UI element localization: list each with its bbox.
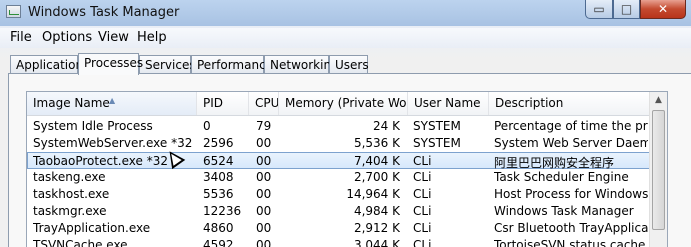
cell-cpu: 00 [256,187,272,201]
scrollbar-thumb[interactable] [652,110,665,230]
cell-cpu: 79 [256,119,272,133]
cell-memory: 2,700 K [353,170,400,184]
process-list[interactable]: ▲ Image Name PID CPU Memory (Private Wor… [26,91,668,247]
cell-memory: 14,964 K [346,187,400,201]
column-header-user-name[interactable]: User Name [408,92,489,115]
cell-description: Percentage of time the processo [494,119,648,133]
table-row[interactable]: TrayApplication.exe 4860 00 2,912 K CLi … [27,220,667,237]
menu-options[interactable]: Options [42,30,92,45]
cell-user-name: CLi [413,154,432,168]
cell-user-name: CLi [413,221,432,235]
cell-description: TortoiseSVN status cache [494,238,646,247]
cell-user-name: SYSTEM [413,119,461,133]
tab-networking[interactable]: Networking [264,55,339,74]
cell-description: Task Scheduler Engine [494,170,629,184]
table-row[interactable]: taskeng.exe 3408 00 2,700 K CLi Task Sch… [27,169,667,186]
cell-image-name: taskhost.exe [33,187,110,201]
cell-memory: 3,044 K [353,238,400,247]
cell-user-name: CLi [413,170,432,184]
column-header-cpu[interactable]: CPU [249,92,279,115]
cell-cpu: 00 [256,238,272,247]
cell-pid: 3408 [203,170,234,184]
cell-image-name: TrayApplication.exe [33,221,151,235]
cell-pid: 4592 [203,238,234,247]
cell-memory: 4,984 K [353,204,400,218]
cell-description: System Web Server Daemon [494,136,648,150]
tab-strip: Applications Processes Services Performa… [0,53,691,75]
minimize-icon: ▭ [593,2,605,16]
process-list-header: ▲ Image Name PID CPU Memory (Private Wor… [27,92,667,116]
cell-pid: 0 [203,119,211,133]
cell-pid: 12236 [203,204,242,218]
close-button[interactable]: ✕ [640,0,686,19]
cell-cpu: 00 [256,221,272,235]
cell-image-name: taskeng.exe [33,170,106,184]
column-header-pid[interactable]: PID [197,92,249,115]
cell-pid: 6524 [203,154,234,168]
task-manager-app-icon [6,5,21,18]
column-header-memory[interactable]: Memory (Private Wor... [279,92,408,115]
cell-image-name: TSVNCache.exe [33,238,128,247]
scroll-up-arrow-icon[interactable]: ▲ [650,92,667,109]
task-manager-window: Windows Task Manager ▭ □ ✕ File Options … [0,0,691,247]
cell-pid: 2596 [203,136,234,150]
column-header-image-name[interactable]: ▲ Image Name [27,92,197,115]
close-icon: ✕ [657,2,669,16]
minimize-button[interactable]: ▭ [585,0,613,19]
cell-pid: 4860 [203,221,234,235]
table-row[interactable]: taskmgr.exe 12236 00 4,984 K CLi Windows… [27,203,667,220]
window-title: Windows Task Manager [28,5,180,20]
table-row[interactable]: taskhost.exe 5536 00 14,964 K CLi Host P… [27,186,667,203]
cell-cpu: 00 [256,170,272,184]
cell-description: Host Process for Windows Tasks [494,187,648,201]
cell-pid: 5536 [203,187,234,201]
cell-image-name: System Idle Process [33,119,153,133]
table-row[interactable]: SystemWebServer.exe *32 2596 00 5,536 K … [27,135,667,152]
menu-view[interactable]: View [98,30,129,45]
tab-services[interactable]: Services [139,55,196,74]
tab-processes[interactable]: Processes [78,53,143,75]
maximize-button[interactable]: □ [613,0,640,19]
cell-image-name: taskmgr.exe [33,204,107,218]
cell-memory: 7,404 K [353,154,400,168]
menu-file[interactable]: File [10,30,32,45]
table-row[interactable]: TSVNCache.exe 4592 00 3,044 K CLi Tortoi… [27,237,667,247]
cell-description: Windows Task Manager [494,204,634,218]
cell-description: Csr Bluetooth TrayApplication [494,221,648,235]
tab-users[interactable]: Users [329,55,369,74]
cell-user-name: CLi [413,238,432,247]
maximize-icon: □ [620,2,633,16]
cell-cpu: 00 [256,136,272,150]
menu-help[interactable]: Help [137,30,167,45]
cell-user-name: SYSTEM [413,136,461,150]
cell-memory: 24 K [373,119,400,133]
vertical-scrollbar[interactable]: ▲ [649,92,667,247]
cell-memory: 2,912 K [353,221,400,235]
cell-user-name: CLi [413,204,432,218]
tab-performance[interactable]: Performance [191,55,273,74]
column-header-description[interactable]: Description [489,92,650,115]
cell-user-name: CLi [413,187,432,201]
table-row[interactable]: System Idle Process 0 79 24 K SYSTEM Per… [27,118,667,135]
cell-cpu: 00 [256,154,272,168]
cell-memory: 5,536 K [353,136,400,150]
title-bar[interactable]: Windows Task Manager ▭ □ ✕ [0,0,691,26]
table-row-selected[interactable]: TaobaoProtect.exe *32 6524 00 7,404 K CL… [27,152,667,170]
tab-applications[interactable]: Applications [10,55,89,74]
menu-bar: File Options View Help [0,28,691,48]
cell-image-name: SystemWebServer.exe *32 [33,136,193,150]
cell-cpu: 00 [256,204,272,218]
sort-ascending-icon: ▲ [109,96,116,105]
